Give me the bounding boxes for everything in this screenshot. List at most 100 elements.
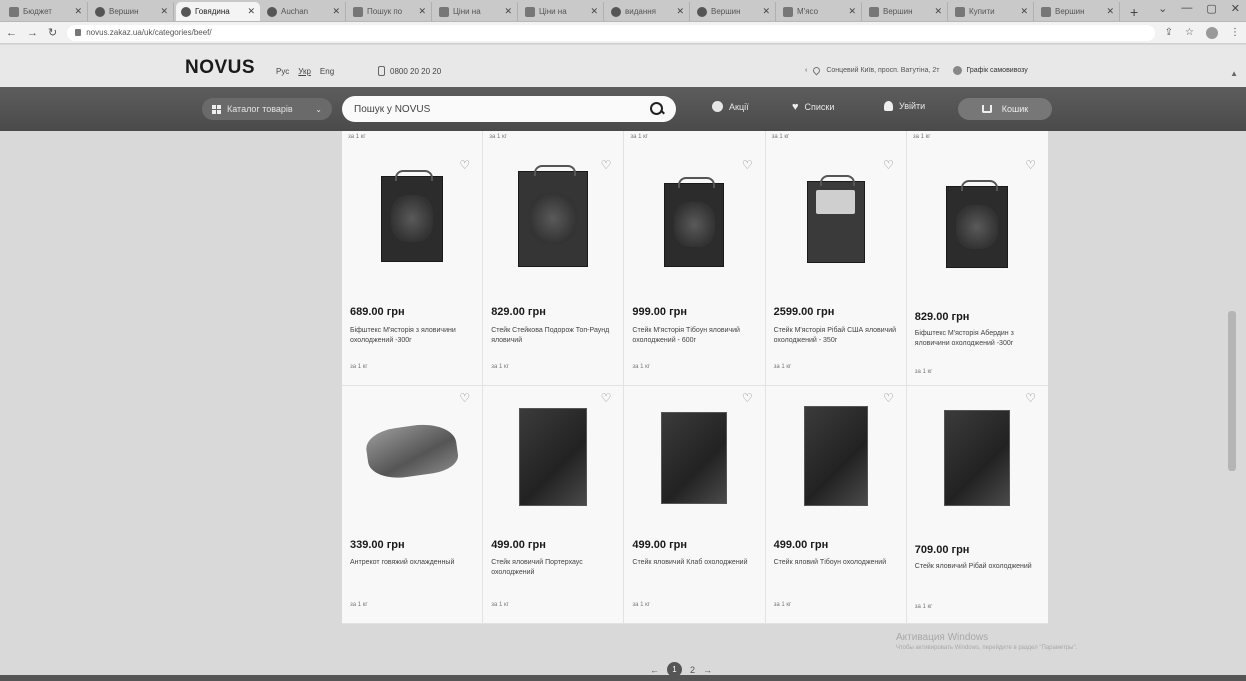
- product-name[interactable]: Біфштекс М'ясторія з яловичини охолоджен…: [350, 326, 474, 346]
- product-image[interactable]: [518, 165, 589, 267]
- product-name[interactable]: Стейк яловичий Портерхаус охолоджений: [491, 558, 615, 578]
- product-name[interactable]: Стейк яловий Тібоун охолоджений: [774, 558, 898, 568]
- browser-tab[interactable]: Бюджет ✕: [4, 2, 88, 21]
- address-bar[interactable]: novus.zakaz.ua/uk/categories/beef/: [67, 24, 1155, 41]
- promo-link[interactable]: Акції: [712, 101, 749, 112]
- lists-link[interactable]: ♥ Списки: [792, 101, 834, 113]
- heart-outline-icon[interactable]: ♡: [883, 159, 894, 171]
- close-tab-icon[interactable]: ✕: [590, 6, 598, 17]
- close-tab-icon[interactable]: ✕: [160, 6, 168, 17]
- close-tab-icon[interactable]: ✕: [1020, 6, 1028, 17]
- heart-outline-icon[interactable]: ♡: [601, 392, 612, 404]
- search-icon[interactable]: [650, 102, 664, 116]
- product-name[interactable]: Стейк яловичий Клаб охолоджений: [632, 558, 756, 568]
- star-icon[interactable]: ☆: [1185, 27, 1194, 39]
- lang-uk[interactable]: Укр: [298, 67, 311, 76]
- browser-tab[interactable]: Auchan ✕: [262, 2, 346, 21]
- menu-icon[interactable]: ⋮: [1230, 27, 1240, 39]
- product-image[interactable]: [664, 177, 725, 267]
- browser-tab[interactable]: Пошук по ✕: [348, 2, 432, 21]
- product-image[interactable]: [946, 180, 1009, 268]
- browser-tab[interactable]: Ціни на ✕: [520, 2, 604, 21]
- product-image[interactable]: [364, 406, 461, 486]
- browser-tab-active[interactable]: Говядина ✕: [176, 2, 260, 21]
- share-icon[interactable]: ⇪: [1165, 27, 1173, 39]
- heart-outline-icon[interactable]: ♡: [742, 392, 753, 404]
- close-tab-icon[interactable]: ✕: [762, 6, 770, 17]
- login-link[interactable]: Увійти: [884, 101, 925, 111]
- close-tab-icon[interactable]: ✕: [418, 6, 426, 17]
- product-image[interactable]: [944, 410, 1011, 506]
- product-name[interactable]: Стейк Стейкова Подорож Топ-Раунд яловичи…: [491, 326, 615, 346]
- product-card[interactable]: ♡ 2599.00 грн Стейк М'ясторія Рібай США …: [765, 131, 907, 386]
- prev-page-arrow[interactable]: ←: [650, 665, 659, 675]
- close-tab-icon[interactable]: ✕: [934, 6, 942, 17]
- back-icon[interactable]: ←: [6, 27, 17, 39]
- product-image[interactable]: [381, 170, 444, 262]
- product-card[interactable]: ♡ 829.00 грн Стейк Стейкова Подорож Топ-…: [483, 131, 625, 386]
- heart-outline-icon[interactable]: ♡: [742, 159, 753, 171]
- scroll-up-arrow-icon[interactable]: ▲: [1230, 69, 1238, 78]
- heart-outline-icon[interactable]: ♡: [459, 392, 470, 404]
- browser-tab[interactable]: Вершин ✕: [692, 2, 776, 21]
- browser-tab[interactable]: Вершин ✕: [864, 2, 948, 21]
- browser-tab[interactable]: Вершин ✕: [1036, 2, 1120, 21]
- close-tab-icon[interactable]: ✕: [504, 6, 512, 17]
- product-name[interactable]: Стейк яловичий Рібай охолоджений: [915, 562, 1040, 572]
- product-name[interactable]: Стейк М'ясторія Рібай США яловичий охоло…: [774, 326, 898, 346]
- product-card[interactable]: ♡ 499.00 грн Стейк яловичий Клаб охолодж…: [624, 386, 766, 624]
- product-name[interactable]: Антрекот говяжий охлажденный: [350, 558, 474, 568]
- chevron-down-icon[interactable]: ⌄: [1158, 2, 1167, 15]
- pickup-schedule-link[interactable]: Графік самовивозу: [953, 66, 1028, 75]
- browser-tab[interactable]: Вершин ✕: [90, 2, 174, 21]
- product-card[interactable]: ♡ 709.00 грн Стейк яловичий Рібай охолод…: [906, 386, 1048, 624]
- search-input[interactable]: [354, 103, 650, 115]
- product-image[interactable]: [519, 408, 588, 506]
- browser-tab[interactable]: Купити ✕: [950, 2, 1034, 21]
- close-tab-icon[interactable]: ✕: [332, 6, 340, 17]
- browser-tab[interactable]: видання ✕: [606, 2, 690, 21]
- product-card[interactable]: ♡ 999.00 грн Стейк М'ясторія Тібоун ялов…: [624, 131, 766, 386]
- page-scrollbar[interactable]: [1228, 131, 1236, 631]
- minimize-icon[interactable]: —: [1181, 2, 1192, 15]
- profile-icon[interactable]: [1206, 26, 1218, 39]
- maximize-icon[interactable]: ▢: [1206, 2, 1216, 15]
- product-card[interactable]: ♡ 499.00 грн Стейк яловичий Портерхаус о…: [483, 386, 625, 624]
- product-card[interactable]: ♡ 499.00 грн Стейк яловий Тібоун охолодж…: [765, 386, 907, 624]
- close-tab-icon[interactable]: ✕: [247, 6, 255, 17]
- heart-outline-icon[interactable]: ♡: [1025, 159, 1036, 171]
- tab-title: Вершин: [711, 7, 741, 16]
- forward-icon[interactable]: →: [27, 27, 38, 39]
- browser-tab[interactable]: Ціни на ✕: [434, 2, 518, 21]
- product-name[interactable]: Стейк М'ясторія Тібоун яловичий охолодже…: [632, 326, 756, 346]
- next-page-arrow[interactable]: →: [703, 665, 712, 675]
- product-image[interactable]: [661, 412, 728, 504]
- heart-outline-icon[interactable]: ♡: [601, 159, 612, 171]
- cart-button[interactable]: Кошик: [958, 98, 1052, 120]
- close-tab-icon[interactable]: ✕: [1106, 6, 1114, 17]
- scrollbar-thumb[interactable]: [1228, 311, 1236, 471]
- product-card[interactable]: ♡ 689.00 грн Біфштекс М'ясторія з ялович…: [342, 131, 484, 386]
- product-card[interactable]: ♡ 339.00 грн Антрекот говяжий охлажденны…: [342, 386, 484, 624]
- heart-outline-icon[interactable]: ♡: [883, 392, 894, 404]
- heart-outline-icon[interactable]: ♡: [1025, 392, 1036, 404]
- close-tab-icon[interactable]: ✕: [676, 6, 684, 17]
- reload-icon[interactable]: ↻: [48, 26, 57, 39]
- lang-en[interactable]: Eng: [320, 67, 334, 76]
- product-card[interactable]: ♡ 829.00 грн Біфштекс М'ясторія Абердин …: [906, 131, 1048, 386]
- product-image[interactable]: [803, 406, 868, 506]
- lang-ru[interactable]: Рус: [276, 67, 289, 76]
- browser-tab[interactable]: М'ясо ✕: [778, 2, 862, 21]
- novus-logo[interactable]: NOVUS: [185, 57, 255, 79]
- phone-link[interactable]: 0800 20 20 20: [378, 66, 441, 76]
- product-image[interactable]: [806, 175, 865, 263]
- new-tab-button[interactable]: +: [1122, 2, 1146, 21]
- product-name[interactable]: Біфштекс М'ясторія Абердин з яловичини о…: [915, 329, 1040, 349]
- close-window-icon[interactable]: ✕: [1231, 2, 1240, 15]
- heart-outline-icon[interactable]: ♡: [459, 159, 470, 171]
- page-2[interactable]: 2: [690, 665, 695, 675]
- close-tab-icon[interactable]: ✕: [74, 6, 82, 17]
- close-tab-icon[interactable]: ✕: [848, 6, 856, 17]
- delivery-address[interactable]: ‹ Сонцевий Київ, просп. Ватутіна, 2т Гра…: [805, 65, 1028, 76]
- catalog-button[interactable]: Каталог товарів ⌄: [202, 98, 332, 120]
